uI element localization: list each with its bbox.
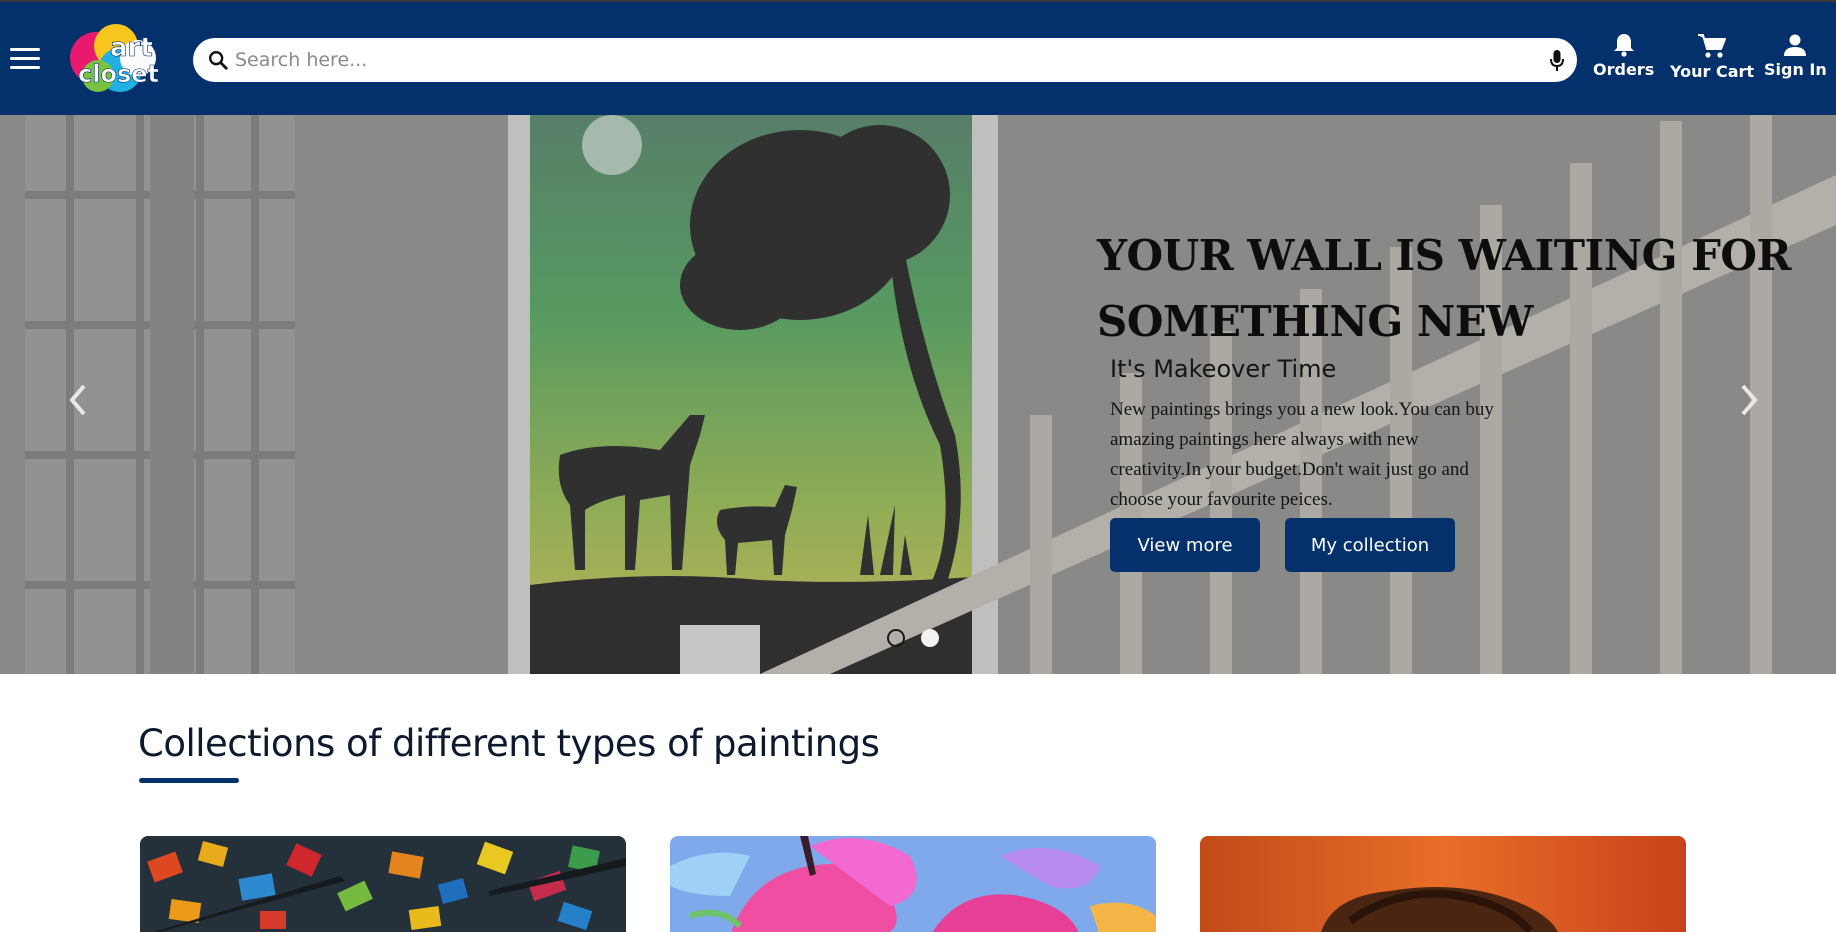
search-bar [193,38,1577,82]
collection-image-3 [1200,836,1686,932]
collection-card-3[interactable] [1200,836,1686,932]
collection-image-1 [140,836,626,932]
carousel-prev-button[interactable] [64,380,94,420]
search-input[interactable] [235,44,1515,76]
collections-title: Collections of different types of painti… [138,722,880,765]
hero-subheading: It's Makeover Time [1110,355,1337,383]
collection-card-2[interactable] [670,836,1156,932]
mic-icon[interactable] [1549,49,1565,73]
user-icon [1784,34,1807,56]
cart-icon [1698,34,1727,58]
hero-heading: YOUR WALL IS WAITING FOR SOMETHING NEW [1097,223,1797,355]
cart-nav[interactable]: Your Cart [1670,32,1754,81]
search-icon[interactable] [207,49,229,71]
signin-label: Sign In [1764,60,1827,79]
orders-label: Orders [1593,60,1655,79]
svg-text:art: art [110,33,153,63]
cart-label: Your Cart [1670,62,1755,81]
hero-heading-line-1: YOUR WALL IS WAITING FOR [1097,231,1791,280]
svg-text:closet: closet [78,60,159,88]
collection-image-2 [670,836,1156,932]
orders-nav[interactable]: Orders [1593,32,1654,79]
my-collection-button[interactable]: My collection [1285,518,1455,572]
carousel-dot-2[interactable] [921,629,939,647]
hero-heading-line-2: SOMETHING NEW [1097,297,1533,346]
chevron-left-icon [69,384,86,416]
hero-text-block: YOUR WALL IS WAITING FOR SOMETHING NEW I… [1097,223,1797,515]
view-more-button[interactable]: View more [1110,518,1260,572]
title-underline [139,778,239,783]
carousel-dot-1[interactable] [887,629,905,647]
signin-nav[interactable]: Sign In [1764,32,1827,79]
collection-card-1[interactable] [140,836,626,932]
art-closet-logo[interactable]: art closet [68,24,164,94]
hero-carousel: YOUR WALL IS WAITING FOR SOMETHING NEW I… [0,115,1836,674]
menu-icon[interactable] [10,48,40,72]
bell-icon [1613,34,1634,57]
top-navbar: art closet Orders Your Cart [0,0,1836,115]
hero-description: New paintings brings you a new look.You … [1110,399,1494,510]
